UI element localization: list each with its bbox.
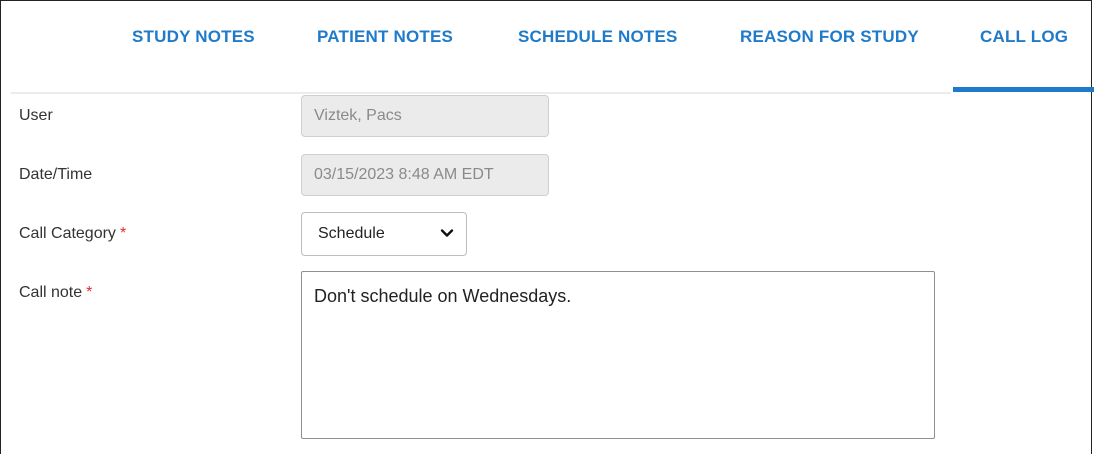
call-category-label-text: Call Category [19, 225, 116, 242]
call-note-label: Call note * [19, 284, 92, 302]
tab-call-log[interactable]: CALL LOG [980, 27, 1068, 47]
call-category-value: Schedule [318, 225, 385, 242]
notes-tab-bar: STUDY NOTES PATIENT NOTES SCHEDULE NOTES… [1, 1, 1094, 95]
call-note-textarea[interactable]: Don't schedule on Wednesdays. [301, 271, 935, 439]
chevron-down-icon [440, 229, 454, 237]
user-label: User [19, 107, 53, 124]
datetime-label: Date/Time [19, 166, 93, 183]
user-field: Viztek, Pacs [301, 95, 549, 137]
required-marker: * [86, 284, 93, 301]
call-log-panel: STUDY NOTES PATIENT NOTES SCHEDULE NOTES… [0, 0, 1094, 454]
tab-study-notes[interactable]: STUDY NOTES [132, 27, 255, 47]
call-note-text: Don't schedule on Wednesdays. [314, 286, 572, 306]
call-category-select[interactable]: Schedule [301, 212, 467, 256]
call-category-label: Call Category * [19, 225, 126, 243]
tab-patient-notes[interactable]: PATIENT NOTES [317, 27, 453, 47]
active-tab-indicator [953, 87, 1094, 92]
tab-schedule-notes[interactable]: SCHEDULE NOTES [518, 27, 678, 47]
tab-bar-divider [11, 92, 951, 94]
tab-reason-for-study[interactable]: REASON FOR STUDY [740, 27, 919, 47]
datetime-field: 03/15/2023 8:48 AM EDT [301, 154, 549, 196]
call-note-label-text: Call note [19, 284, 83, 301]
required-marker: * [119, 225, 127, 242]
